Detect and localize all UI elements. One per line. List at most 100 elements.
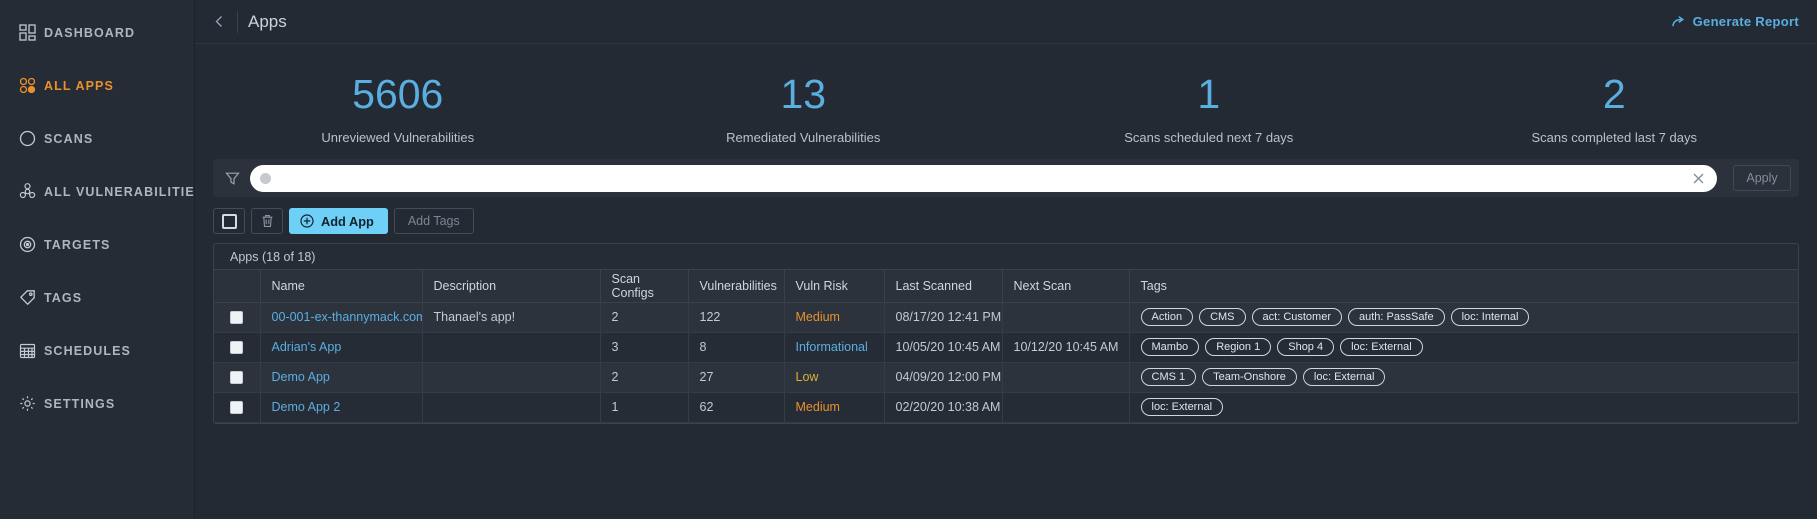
clear-filter-button[interactable] (1692, 172, 1705, 185)
table-row[interactable]: 00-001-ex-thannymack.com Thanael's app! … (214, 302, 1798, 333)
stat-label: Scans scheduled next 7 days (1124, 130, 1294, 145)
tag-chip[interactable]: CMS 1 (1140, 368, 1197, 386)
sidebar-item-tags[interactable]: TAGS (0, 271, 194, 324)
cell-description: Thanael's app! (422, 302, 601, 333)
tag-chip[interactable]: CMS (1199, 308, 1246, 326)
tag-icon (10, 289, 44, 306)
add-tags-button[interactable]: Add Tags (393, 208, 474, 234)
add-app-label: Add App (321, 213, 374, 229)
row-checkbox[interactable] (230, 401, 244, 415)
table-panel-wrapper: Apps (18 of 18) Name Description Scan Co… (195, 243, 1817, 424)
cell-next-scan: 10/12/20 10:45 AM (1002, 332, 1130, 363)
funnel-icon[interactable] (225, 171, 240, 186)
tag-chip[interactable]: loc: Internal (1450, 308, 1530, 326)
generate-report-button[interactable]: Generate Report (1671, 14, 1799, 29)
app-name-link[interactable]: Demo App (272, 370, 330, 384)
cell-tags: CMS 1 Team-Onshore loc: External (1129, 362, 1798, 393)
tag-chip[interactable]: auth: PassSafe (1348, 308, 1445, 326)
row-select-cell[interactable] (214, 392, 261, 423)
biohazard-icon (10, 183, 44, 200)
sidebar-item-label: TARGETS (44, 237, 111, 252)
tag-chip[interactable]: Action (1140, 308, 1194, 326)
cell-tags: Action CMS act: Customer auth: PassSafe … (1129, 302, 1798, 333)
back-button[interactable] (207, 10, 231, 34)
share-arrow-icon (1671, 15, 1684, 26)
row-select-cell[interactable] (214, 362, 261, 393)
sidebar-item-schedules[interactable]: SCHEDULES (0, 324, 194, 377)
row-checkbox[interactable] (230, 341, 244, 355)
stat-label: Unreviewed Vulnerabilities (321, 130, 475, 145)
filter-bar-wrapper: Apply (195, 159, 1817, 197)
column-header-tags[interactable]: Tags (1129, 270, 1798, 303)
table-toolbar: Add App Add Tags (195, 197, 1817, 243)
generate-report-label: Generate Report (1692, 14, 1799, 29)
row-checkbox[interactable] (230, 311, 244, 325)
table-body: 00-001-ex-thannymack.com Thanael's app! … (214, 302, 1798, 423)
column-header-vuln-risk[interactable]: Vuln Risk (784, 270, 885, 303)
tag-chip[interactable]: Shop 4 (1277, 338, 1335, 356)
risk-badge: Informational (795, 340, 868, 354)
cell-scan-configs: 2 (600, 302, 689, 333)
app-name-link[interactable]: 00-001-ex-thannymack.com (272, 310, 422, 324)
cell-description (422, 392, 601, 423)
delete-button[interactable] (251, 208, 283, 234)
cell-last-scanned: 02/20/20 10:38 AM (884, 392, 1003, 423)
column-header-next-scan[interactable]: Next Scan (1002, 270, 1130, 303)
tag-chip[interactable]: Team-Onshore (1202, 368, 1297, 386)
cell-name[interactable]: 00-001-ex-thannymack.com (260, 302, 423, 333)
stat-label: Scans completed last 7 days (1531, 130, 1697, 145)
column-header-select (214, 270, 261, 303)
cell-name[interactable]: Demo App 2 (260, 392, 423, 423)
sidebar-item-targets[interactable]: TARGETS (0, 218, 194, 271)
risk-badge: Medium (795, 400, 840, 414)
trash-icon (262, 215, 272, 227)
add-app-button[interactable]: Add App (289, 208, 388, 234)
tag-list: Mambo Region 1 Shop 4 loc: External (1140, 338, 1788, 356)
tag-chip[interactable]: Region 1 (1205, 338, 1272, 356)
sidebar-item-scans[interactable]: SCANS (0, 112, 194, 165)
column-header-last-scanned[interactable]: Last Scanned (884, 270, 1003, 303)
tag-chip[interactable]: loc: External (1302, 368, 1386, 386)
cell-name[interactable]: Adrian's App (260, 332, 423, 363)
cell-vulnerabilities: 122 (688, 302, 785, 333)
stat-value: 13 (780, 71, 827, 117)
row-select-cell[interactable] (214, 332, 261, 363)
top-bar: Apps Generate Report (195, 0, 1817, 44)
row-select-cell[interactable] (214, 302, 261, 333)
tag-chip[interactable]: act: Customer (1251, 308, 1342, 326)
tag-chip[interactable]: Mambo (1140, 338, 1200, 356)
table-row[interactable]: Demo App 2 27 Low 04/09/20 12:00 PM CMS … (214, 362, 1798, 393)
stat-scans-completed: 2 Scans completed last 7 days (1412, 70, 1817, 145)
sidebar-item-label: ALL APPS (44, 78, 114, 93)
filter-input-container[interactable] (250, 164, 1717, 192)
column-header-name[interactable]: Name (260, 270, 423, 303)
table-row[interactable]: Demo App 2 1 62 Medium 02/20/20 10:38 AM (214, 392, 1798, 423)
stat-value: 1 (1197, 71, 1221, 117)
sidebar-item-label: SETTINGS (44, 396, 116, 411)
sidebar-item-label: TAGS (44, 290, 83, 305)
column-header-description[interactable]: Description (422, 270, 601, 303)
scans-icon (10, 130, 44, 147)
sidebar-item-all-apps[interactable]: ALL APPS (0, 59, 194, 112)
tag-chip[interactable]: loc: External (1340, 338, 1423, 356)
app-name-link[interactable]: Adrian's App (272, 340, 342, 354)
sidebar-item-dashboard[interactable]: DASHBOARD (0, 6, 194, 59)
table-row[interactable]: Adrian's App 3 8 Informational 10/05/20 … (214, 332, 1798, 363)
row-checkbox[interactable] (230, 371, 244, 385)
select-all-checkbox[interactable] (213, 208, 245, 234)
app-name-link[interactable]: Demo App 2 (272, 400, 341, 414)
filter-search-input[interactable] (279, 170, 1684, 186)
apply-filter-button[interactable]: Apply (1733, 165, 1791, 191)
sidebar-item-all-vulnerabilities[interactable]: ALL VULNERABILITIES (0, 165, 203, 218)
tag-chip[interactable]: loc: External (1140, 398, 1224, 416)
calendar-icon (10, 342, 44, 359)
cell-tags: loc: External (1129, 392, 1798, 423)
sidebar-item-settings[interactable]: SETTINGS (0, 377, 194, 430)
cell-next-scan (1002, 302, 1130, 333)
column-header-vulnerabilities[interactable]: Vulnerabilities (688, 270, 785, 303)
column-header-scan-configs[interactable]: Scan Configs (600, 270, 689, 303)
filter-bar: Apply (213, 159, 1799, 197)
cell-last-scanned: 04/09/20 12:00 PM (884, 362, 1003, 393)
cell-name[interactable]: Demo App (260, 362, 423, 393)
tag-list: CMS 1 Team-Onshore loc: External (1140, 368, 1788, 386)
